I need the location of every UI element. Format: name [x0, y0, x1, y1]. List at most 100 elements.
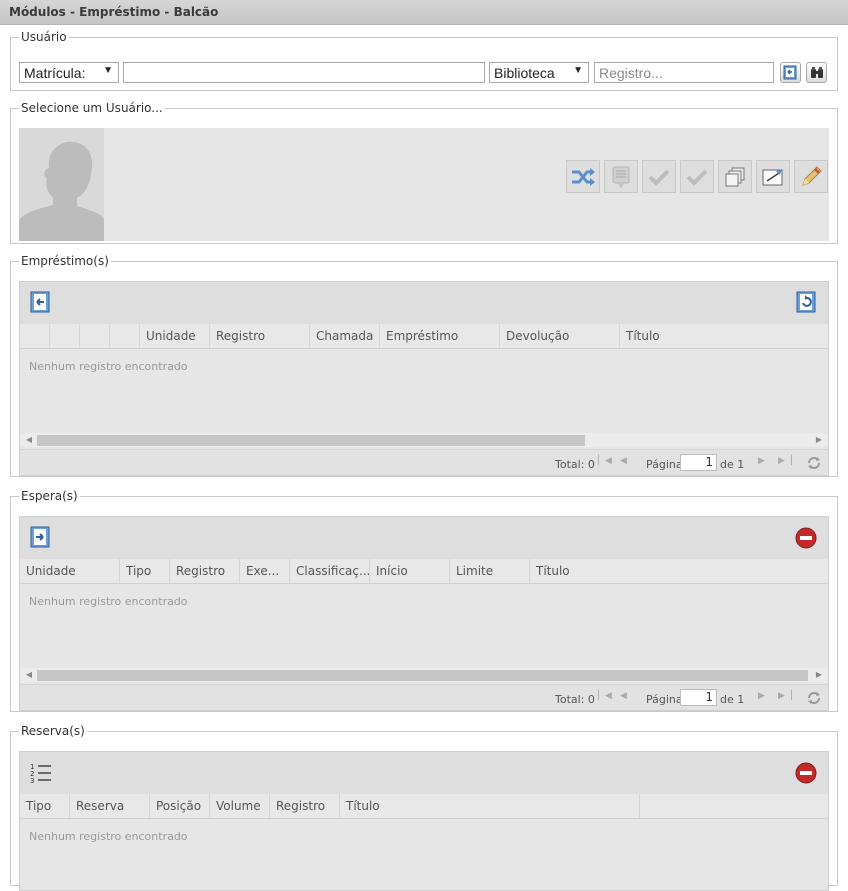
column-header[interactable] [110, 324, 140, 348]
edit-board-icon [762, 168, 783, 185]
library-select[interactable]: Biblioteca ▼ [489, 62, 589, 83]
notes-icon [612, 166, 630, 188]
remove-icon[interactable] [795, 762, 817, 784]
refresh-icon[interactable] [806, 455, 822, 471]
page-label: Página [646, 458, 683, 471]
window-title: Módulos - Empréstimo - Balcão [9, 5, 219, 19]
scroll-right-icon[interactable]: ▶ [812, 668, 826, 682]
reservas-header: Tipo Reserva Posição Volume Registro Tít… [20, 794, 828, 819]
column-header[interactable]: Volume [210, 794, 270, 818]
notes-button[interactable] [604, 160, 638, 193]
esperas-header: Unidade Tipo Registro Exe... Classificaç… [20, 559, 828, 584]
selected-user-section: Selecione um Usuário... [10, 101, 838, 244]
user-search-input[interactable] [123, 62, 485, 83]
first-page-icon[interactable]: ▏◀ [598, 456, 612, 466]
emprestimos-legend: Empréstimo(s) [21, 254, 109, 268]
shuffle-icon [572, 167, 595, 186]
copies-icon [725, 167, 745, 186]
column-header[interactable]: Título [340, 794, 640, 818]
column-header[interactable]: Posição [150, 794, 210, 818]
scrollbar-thumb[interactable] [37, 670, 808, 681]
reservas-toolbar: 123 [20, 752, 828, 795]
shuffle-button[interactable] [566, 160, 600, 193]
column-header[interactable]: Início [370, 559, 450, 583]
chevron-down-icon: ▼ [103, 65, 113, 76]
reservas-legend: Reserva(s) [21, 724, 85, 738]
library-value: Biblioteca [494, 65, 555, 81]
reservas-grid: 123 Tipo Reserva Posição Volume Registro… [19, 751, 829, 891]
esperas-section: Espera(s) Unidade Tipo Registro Exe... C… [10, 489, 838, 712]
next-page-icon[interactable]: ▶ [758, 691, 765, 701]
column-header[interactable]: Unidade [20, 559, 120, 583]
empty-message: Nenhum registro encontrado [29, 830, 188, 843]
scroll-left-icon[interactable]: ◀ [22, 668, 36, 682]
remove-icon[interactable] [795, 527, 817, 549]
column-header[interactable]: Reserva [70, 794, 150, 818]
horizontal-scrollbar[interactable]: ◀ ▶ [20, 668, 828, 682]
refresh-icon[interactable] [806, 690, 822, 706]
column-header[interactable] [20, 324, 50, 348]
user-panel [19, 128, 829, 241]
edit-board-button[interactable] [756, 160, 790, 193]
emprestimos-header: Unidade Registro Chamada Empréstimo Devo… [20, 324, 828, 349]
page-input[interactable]: 1 [680, 689, 717, 706]
user-silhouette-icon [19, 128, 104, 241]
check-icon [648, 169, 670, 186]
esperas-grid: Unidade Tipo Registro Exe... Classificaç… [19, 516, 829, 711]
search-button[interactable] [806, 62, 827, 83]
column-header[interactable] [50, 324, 80, 348]
prev-page-icon[interactable]: ◀ [620, 691, 627, 701]
total-count: Total: 0 [555, 693, 595, 706]
book-return-button[interactable] [780, 62, 801, 83]
column-header[interactable]: Devolução [500, 324, 620, 348]
chevron-down-icon: ▼ [573, 65, 583, 76]
first-page-icon[interactable]: ▏◀ [598, 691, 612, 701]
last-page-icon[interactable]: ▶▕ [778, 456, 792, 466]
registro-input[interactable] [594, 62, 774, 83]
confirm-button[interactable] [642, 160, 676, 193]
scrollbar-thumb[interactable] [37, 435, 585, 446]
column-header[interactable]: Título [530, 559, 828, 583]
pencil-button[interactable] [794, 160, 828, 193]
column-header[interactable]: Chamada [310, 324, 380, 348]
numbered-list-icon[interactable]: 123 [29, 761, 53, 785]
copies-button[interactable] [718, 160, 752, 193]
book-return-icon[interactable] [29, 290, 53, 314]
confirm-all-button[interactable] [680, 160, 714, 193]
usuario-legend: Usuário [21, 30, 67, 44]
column-header[interactable] [80, 324, 110, 348]
column-header[interactable]: Tipo [120, 559, 170, 583]
column-header[interactable]: Empréstimo [380, 324, 500, 348]
column-header[interactable]: Unidade [140, 324, 210, 348]
book-add-icon[interactable] [29, 525, 53, 549]
esperas-legend: Espera(s) [21, 489, 78, 503]
prev-page-icon[interactable]: ◀ [620, 456, 627, 466]
empty-message: Nenhum registro encontrado [29, 595, 188, 608]
pencil-icon [802, 165, 822, 186]
reservas-section: Reserva(s) 123 Tipo Reserva Posição Volu… [10, 724, 838, 891]
last-page-icon[interactable]: ▶▕ [778, 691, 792, 701]
column-header[interactable]: Tipo [20, 794, 70, 818]
column-header[interactable]: Título [620, 324, 828, 348]
id-type-select[interactable]: Matrícula: ▼ [19, 62, 119, 83]
scroll-left-icon[interactable]: ◀ [22, 433, 36, 447]
scroll-right-icon[interactable]: ▶ [812, 433, 826, 447]
check-icon [686, 169, 708, 186]
column-header[interactable]: Registro [170, 559, 240, 583]
page-of: de 1 [720, 693, 745, 706]
usuario-section: Usuário Matrícula: ▼ Biblioteca ▼ [10, 30, 838, 91]
selected-user-legend: Selecione um Usuário... [21, 101, 163, 115]
column-header[interactable]: Registro [210, 324, 310, 348]
page-label: Página [646, 693, 683, 706]
column-header[interactable]: Classificaç... [290, 559, 370, 583]
emprestimos-toolbar [20, 282, 828, 325]
book-refresh-icon[interactable] [795, 290, 819, 314]
column-header[interactable]: Limite [450, 559, 530, 583]
horizontal-scrollbar[interactable]: ◀ ▶ [20, 433, 828, 447]
column-header[interactable]: Registro [270, 794, 340, 818]
page-input[interactable]: 1 [680, 454, 717, 471]
svg-text:3: 3 [30, 777, 34, 785]
next-page-icon[interactable]: ▶ [758, 456, 765, 466]
column-header[interactable]: Exe... [240, 559, 290, 583]
empty-message: Nenhum registro encontrado [29, 360, 188, 373]
